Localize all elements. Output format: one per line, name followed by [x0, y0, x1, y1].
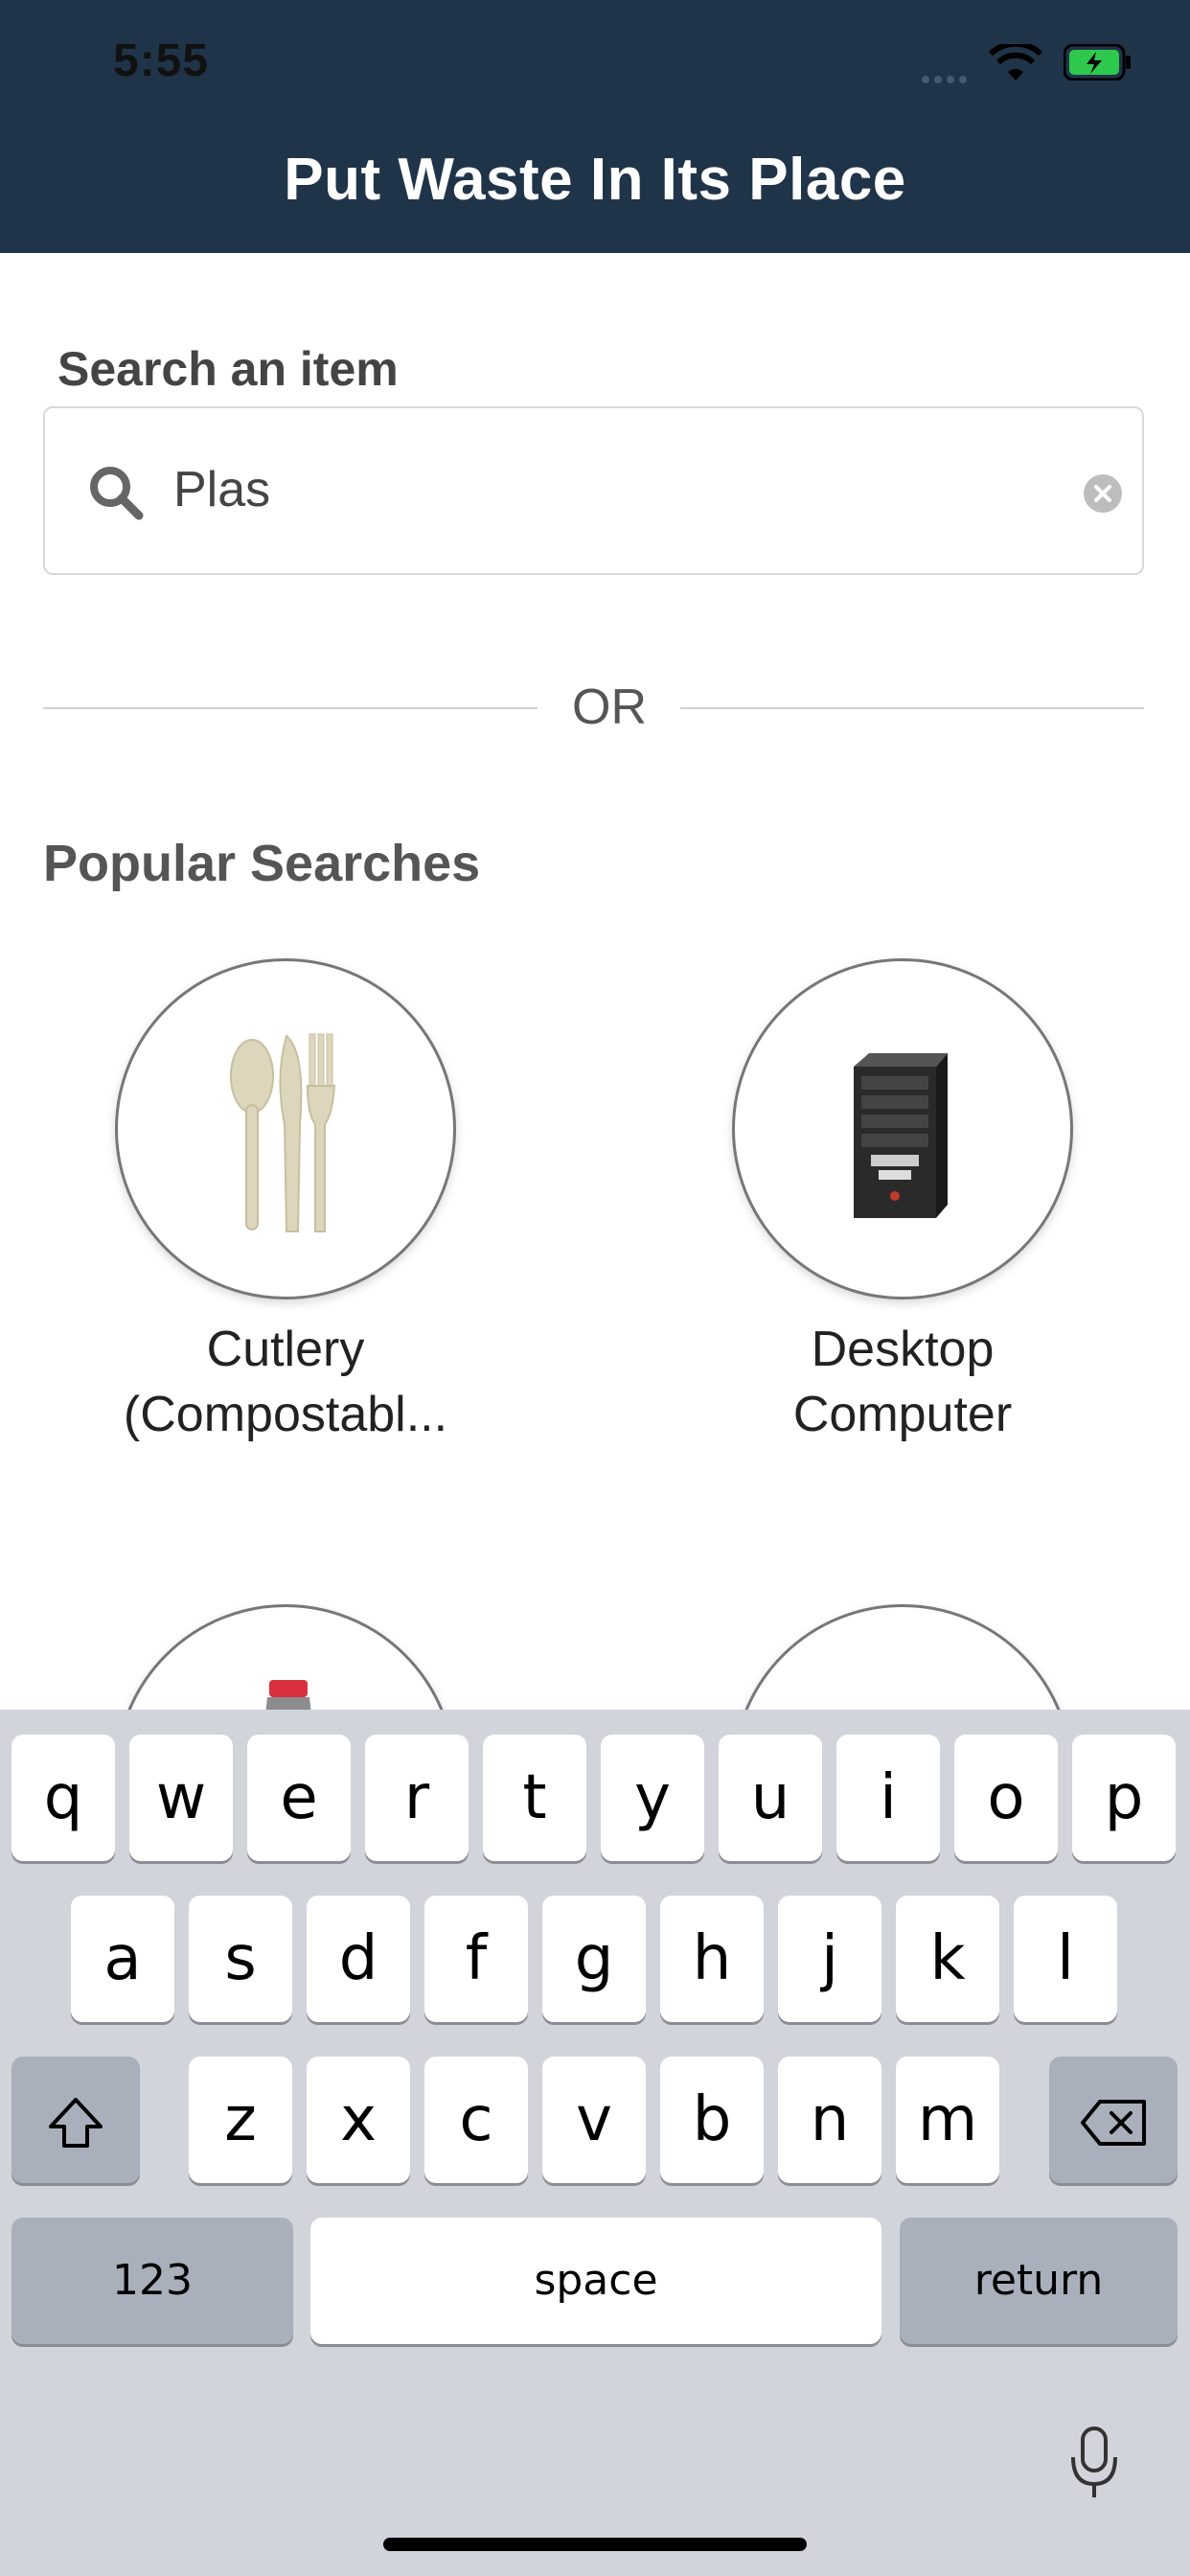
key-u[interactable]: u	[719, 1735, 822, 1861]
key-m[interactable]: m	[896, 2057, 999, 2183]
shift-icon	[49, 2098, 103, 2149]
clear-icon[interactable]	[1083, 473, 1123, 514]
status-time: 5:55	[113, 35, 210, 86]
backspace-icon	[1081, 2100, 1146, 2147]
key-q[interactable]: q	[11, 1735, 115, 1861]
search-input[interactable]	[173, 447, 1036, 533]
key-y[interactable]: y	[601, 1735, 704, 1861]
keyboard: q w e r t y u i o p a s d f g h j k l z …	[0, 1710, 1190, 2576]
bottle-icon	[265, 1680, 311, 1710]
key-r[interactable]: r	[365, 1735, 469, 1861]
label-line: Desktop	[811, 1322, 995, 1377]
or-text: OR	[572, 679, 647, 735]
key-l[interactable]: l	[1014, 1896, 1117, 2022]
mic-icon[interactable]	[1069, 2425, 1119, 2501]
key-f[interactable]: f	[424, 1896, 528, 2022]
key-d[interactable]: d	[307, 1896, 410, 2022]
key-w[interactable]: w	[129, 1735, 233, 1861]
label-line: Cutlery	[206, 1322, 365, 1377]
cutlery-icon	[230, 1033, 336, 1232]
search-icon	[90, 467, 144, 520]
page-title: Put Waste In Its Place	[284, 147, 906, 213]
key-g[interactable]: g	[542, 1896, 646, 2022]
search-label: Search an item	[57, 342, 399, 396]
key-x[interactable]: x	[307, 2057, 410, 2183]
bottle-image	[115, 1604, 456, 1710]
key-s[interactable]: s	[189, 1896, 292, 2022]
signal-icon	[922, 71, 972, 88]
numbers-key[interactable]: 123	[11, 2218, 293, 2344]
key-e[interactable]: e	[247, 1735, 351, 1861]
key-h[interactable]: h	[660, 1896, 764, 2022]
desktop-computer-image	[732, 958, 1073, 1300]
popular-item-cutlery[interactable]: Cutlery (Compostabl...	[17, 958, 554, 1447]
label-line: Computer	[792, 1387, 1013, 1442]
app-header: 5:55 Put Waste In Its Place	[0, 0, 1190, 253]
backspace-key[interactable]	[1049, 2057, 1178, 2183]
computer-tower-icon	[854, 1053, 948, 1218]
popular-item-partial[interactable]	[634, 1604, 1171, 1710]
key-a[interactable]: a	[71, 1896, 174, 2022]
popular-item-desktop-computer[interactable]: Desktop Computer	[634, 958, 1171, 1447]
key-c[interactable]: c	[424, 2057, 528, 2183]
cutlery-image	[115, 958, 456, 1300]
popular-item-label: Desktop Computer	[634, 1317, 1171, 1447]
divider-line-left	[43, 707, 538, 709]
key-z[interactable]: z	[189, 2057, 292, 2183]
item-image	[732, 1604, 1073, 1710]
popular-item-label: Cutlery (Compostabl...	[17, 1317, 554, 1447]
battery-icon	[1064, 44, 1131, 80]
search-field[interactable]	[43, 406, 1144, 575]
popular-searches-title: Popular Searches	[43, 835, 481, 892]
shift-key[interactable]	[11, 2057, 140, 2183]
popular-item-partial[interactable]	[17, 1604, 554, 1710]
key-k[interactable]: k	[896, 1896, 999, 2022]
key-o[interactable]: o	[954, 1735, 1058, 1861]
key-t[interactable]: t	[483, 1735, 586, 1861]
key-j[interactable]: j	[778, 1896, 881, 2022]
or-divider: OR	[43, 671, 1144, 748]
return-key[interactable]: return	[900, 2218, 1178, 2344]
key-p[interactable]: p	[1072, 1735, 1176, 1861]
label-line: (Compostabl...	[123, 1387, 448, 1442]
key-b[interactable]: b	[660, 2057, 764, 2183]
wifi-icon	[989, 44, 1042, 80]
space-key[interactable]: space	[310, 2218, 881, 2344]
key-v[interactable]: v	[542, 2057, 646, 2183]
key-n[interactable]: n	[778, 2057, 881, 2183]
key-i[interactable]: i	[836, 1735, 940, 1861]
divider-line-right	[680, 707, 1144, 709]
home-indicator[interactable]	[383, 2538, 807, 2551]
